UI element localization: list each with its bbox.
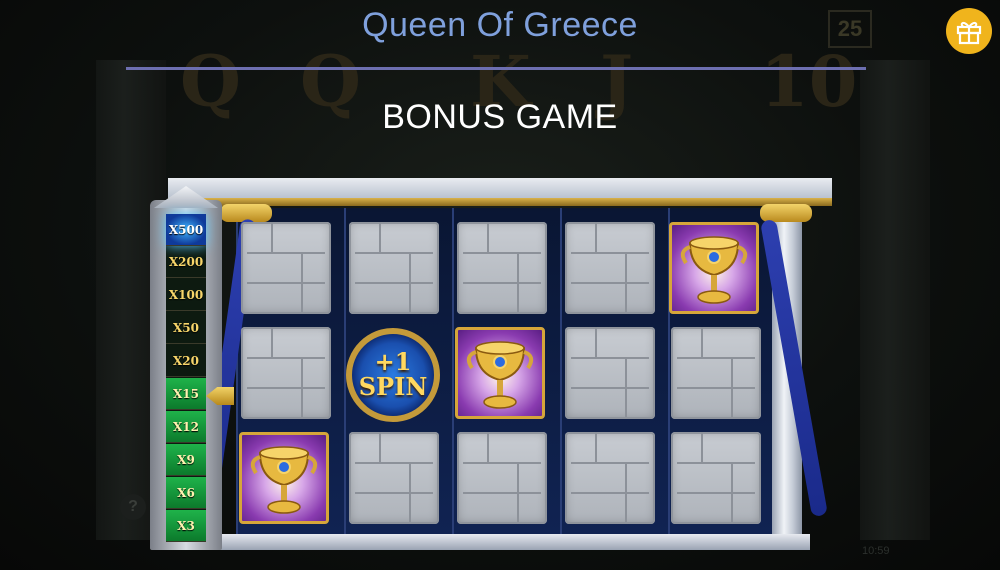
multiplier-level: X6	[166, 477, 206, 509]
multiplier-level: X100	[166, 279, 206, 311]
stone-tile[interactable]	[457, 432, 547, 524]
stone-seam	[701, 432, 703, 462]
stone-seam	[487, 222, 489, 252]
stone-seam	[595, 222, 597, 252]
stone-seam	[517, 462, 519, 522]
stone-tile[interactable]	[241, 327, 331, 419]
gift-button[interactable]	[946, 8, 992, 54]
multiplier-level: X50	[166, 312, 206, 344]
stone-tile[interactable]	[349, 222, 439, 314]
stone-tile[interactable]	[241, 222, 331, 314]
stone-seam	[625, 252, 627, 312]
bonus-game-title: BONUS GAME	[382, 98, 618, 136]
stone-tile[interactable]	[671, 327, 761, 419]
stone-tile[interactable]	[457, 222, 547, 314]
chalice-icon	[466, 341, 534, 409]
stone-seam	[301, 252, 303, 312]
multiplier-level: X9	[166, 444, 206, 476]
stone-seam	[625, 357, 627, 417]
stone-seam	[625, 462, 627, 522]
stone-tile[interactable]	[671, 432, 761, 524]
clock: 10:59	[862, 545, 890, 557]
stone-seam	[409, 252, 411, 312]
title-divider	[126, 67, 866, 70]
multiplier-level-current: X15	[166, 378, 206, 410]
stone-seam	[595, 327, 597, 357]
stone-seam	[701, 327, 703, 357]
stone-seam	[595, 432, 597, 462]
gift-icon	[956, 21, 982, 45]
chalice-icon	[680, 236, 748, 304]
spin-plus-label: +1	[374, 347, 412, 376]
extra-spin-tile[interactable]: +1 SPIN	[346, 328, 440, 422]
stone-tile[interactable]	[565, 327, 655, 419]
page-title: Queen Of Greece	[362, 6, 638, 44]
chalice-tile[interactable]	[239, 432, 329, 524]
stone-seam	[731, 357, 733, 417]
stone-seam	[517, 252, 519, 312]
spin-label: SPIN	[358, 372, 428, 401]
multiplier-level: X500	[166, 214, 206, 246]
stone-tile[interactable]	[565, 222, 655, 314]
stone-seam	[487, 432, 489, 462]
chalice-icon	[250, 446, 318, 514]
stone-seam	[409, 462, 411, 522]
help-button[interactable]: ?	[120, 494, 146, 520]
multiplier-level: X200	[166, 246, 206, 278]
multiplier-level: X3	[166, 510, 206, 542]
chalice-tile[interactable]	[669, 222, 759, 314]
stone-seam	[301, 357, 303, 417]
temple-base	[220, 534, 810, 550]
stone-seam	[271, 327, 273, 357]
stone-tile[interactable]	[565, 432, 655, 524]
stone-tile[interactable]	[349, 432, 439, 524]
multiplier-level: X20	[166, 345, 206, 377]
stone-seam	[379, 432, 381, 462]
chalice-tile[interactable]	[455, 327, 545, 419]
stone-seam	[379, 222, 381, 252]
stone-seam	[271, 222, 273, 252]
multiplier-level: X12	[166, 411, 206, 443]
stone-seam	[731, 462, 733, 522]
